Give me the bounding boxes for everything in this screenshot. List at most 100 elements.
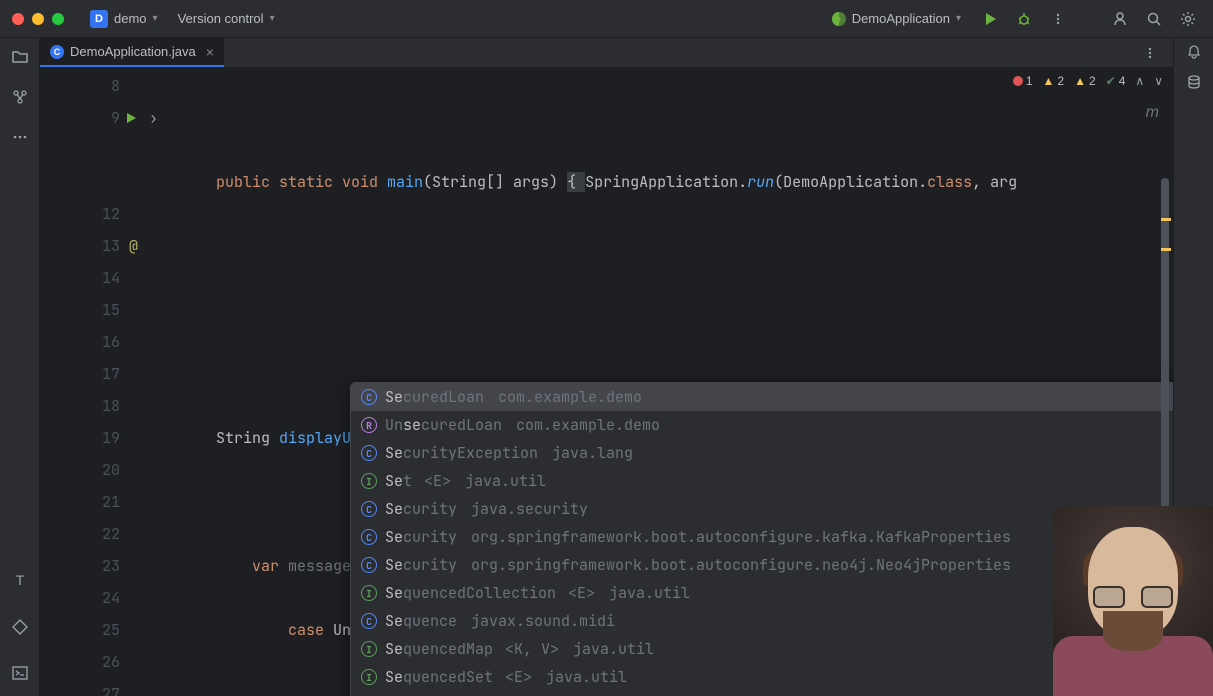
completion-name: Security (385, 527, 457, 547)
completion-item[interactable]: C Sequence javax.sound.midi (351, 607, 1173, 635)
completion-type-params: <E> (568, 583, 595, 603)
more-actions-button[interactable] (1045, 6, 1071, 32)
line-number: 25 (102, 614, 120, 646)
line-number: 20 (102, 454, 120, 486)
debug-button[interactable] (1011, 6, 1037, 32)
completion-package: javax.sound.midi (471, 611, 615, 631)
completion-name: SecurityException (385, 443, 538, 463)
more-tool-button[interactable] (7, 124, 33, 150)
structure-tool-button[interactable] (7, 84, 33, 110)
database-tool-button[interactable] (1186, 74, 1202, 90)
chevron-down-icon: ▾ (956, 13, 961, 24)
maximize-window-button[interactable] (52, 13, 64, 25)
completion-item[interactable]: ISequencedMap<K, V>java.util (351, 635, 1173, 663)
line-number: 18 (102, 390, 120, 422)
run-config-name: DemoApplication (852, 11, 950, 26)
title-bar: D demo ▾ Version control ▾ DemoApplicati… (0, 0, 1213, 38)
completion-package: java.util (609, 583, 690, 603)
completion-package: org.springframework.boot.autoconfigure.n… (471, 555, 1011, 575)
line-number: 15 (102, 294, 120, 326)
kind-icon: R (361, 417, 377, 433)
line-number: 12 (102, 198, 120, 230)
editor-area: C DemoApplication.java × 1 ▲2 ▲2 ✔4 ∧ ∨ … (40, 38, 1173, 696)
completion-package: java.security (471, 499, 588, 519)
completion-name: Security (385, 555, 457, 575)
line-number: 19 (102, 422, 120, 454)
gutter[interactable]: 8 9 › 12 13 @ 14 15 16 17 18 19 (40, 68, 140, 696)
line-number: 21 (102, 486, 120, 518)
version-control-menu[interactable]: Version control ▾ (172, 7, 281, 30)
close-tab-button[interactable]: × (206, 44, 214, 60)
warning-stripe[interactable] (1161, 248, 1171, 251)
completion-package: java.lang (552, 443, 633, 463)
kind-icon: I (361, 473, 377, 489)
completion-item[interactable]: ISequencedSet<E>java.util (351, 663, 1173, 691)
line-number: 26 (102, 646, 120, 678)
line-number: 24 (102, 582, 120, 614)
completion-package: org.springframework.boot.autoconfigure.k… (471, 527, 1011, 547)
completion-type-params: <K, V> (505, 639, 559, 659)
completion-item[interactable] (351, 691, 1173, 696)
completion-name: SequencedMap (385, 639, 493, 659)
annotation-gutter-icon[interactable]: @ (129, 230, 138, 262)
spring-leaf-icon (832, 12, 846, 26)
line-number: 17 (102, 358, 120, 390)
completion-item[interactable]: C Security org.springframework.boot.autoco… (351, 523, 1173, 551)
webcam-overlay (1053, 506, 1213, 696)
java-class-icon: C (50, 45, 64, 59)
completion-popup[interactable]: CSecuredLoancom.example.demoRUnsecuredLo… (350, 382, 1173, 696)
completion-item[interactable]: C Security java.security (351, 495, 1173, 523)
terminal-tool-button[interactable] (7, 660, 33, 686)
project-name: demo (114, 11, 147, 26)
line-number: 14 (102, 262, 120, 294)
minimize-window-button[interactable] (32, 13, 44, 25)
completion-type-params: <E> (505, 667, 532, 687)
bookmarks-tool-button[interactable]: T (7, 568, 33, 594)
completion-item[interactable]: ISequencedCollection<E>java.util (351, 579, 1173, 607)
completion-package: java.util (573, 639, 654, 659)
code-line: public static void main(String[] args) {… (140, 166, 1173, 198)
completion-package: com.example.demo (516, 415, 660, 435)
completion-name: Sequence (385, 611, 457, 631)
line-number: 8 (111, 70, 120, 102)
chevron-down-icon: ▾ (270, 13, 275, 24)
settings-button[interactable] (1175, 6, 1201, 32)
kind-icon: C (361, 529, 377, 545)
line-number: 16 (102, 326, 120, 358)
services-tool-button[interactable] (7, 614, 33, 640)
project-selector[interactable]: D demo ▾ (84, 6, 164, 32)
kind-icon: C (361, 501, 377, 517)
run-gutter-icon[interactable] (124, 111, 138, 125)
completion-item[interactable]: CSecurityExceptionjava.lang (351, 439, 1173, 467)
version-control-label: Version control (178, 11, 264, 26)
editor-tab[interactable]: C DemoApplication.java × (40, 38, 224, 67)
completion-item[interactable]: RUnsecuredLoancom.example.demo (351, 411, 1173, 439)
project-icon: D (90, 10, 108, 28)
project-tool-button[interactable] (7, 44, 33, 70)
tab-filename: DemoApplication.java (70, 44, 196, 59)
warning-stripe[interactable] (1161, 218, 1171, 221)
close-window-button[interactable] (12, 13, 24, 25)
run-button[interactable] (977, 6, 1003, 32)
completion-package: java.util (465, 471, 546, 491)
kind-icon: C (361, 613, 377, 629)
completion-item[interactable]: CSecuredLoancom.example.demo (351, 383, 1173, 411)
tab-options-button[interactable] (1137, 40, 1163, 66)
line-number: 13 (102, 230, 120, 262)
kind-icon: I (361, 585, 377, 601)
code-with-me-button[interactable] (1107, 6, 1133, 32)
chevron-down-icon: ▾ (153, 13, 158, 24)
editor-body[interactable]: 1 ▲2 ▲2 ✔4 ∧ ∨ m 8 9 › 12 13 (40, 68, 1173, 696)
completion-name: Security (385, 499, 457, 519)
notifications-button[interactable] (1186, 44, 1202, 60)
completion-item[interactable]: I Set <E> java.util (351, 467, 1173, 495)
left-tool-rail: T (0, 38, 40, 696)
completion-name: Set (385, 471, 412, 491)
completion-name: SecuredLoan (385, 387, 484, 407)
search-button[interactable] (1141, 6, 1167, 32)
run-config-selector[interactable]: DemoApplication ▾ (824, 7, 969, 30)
tab-bar: C DemoApplication.java × (40, 38, 1173, 68)
kind-icon: C (361, 557, 377, 573)
completion-item[interactable]: C Security org.springframework.boot.autoco… (351, 551, 1173, 579)
completion-type-params: <E> (424, 471, 451, 491)
